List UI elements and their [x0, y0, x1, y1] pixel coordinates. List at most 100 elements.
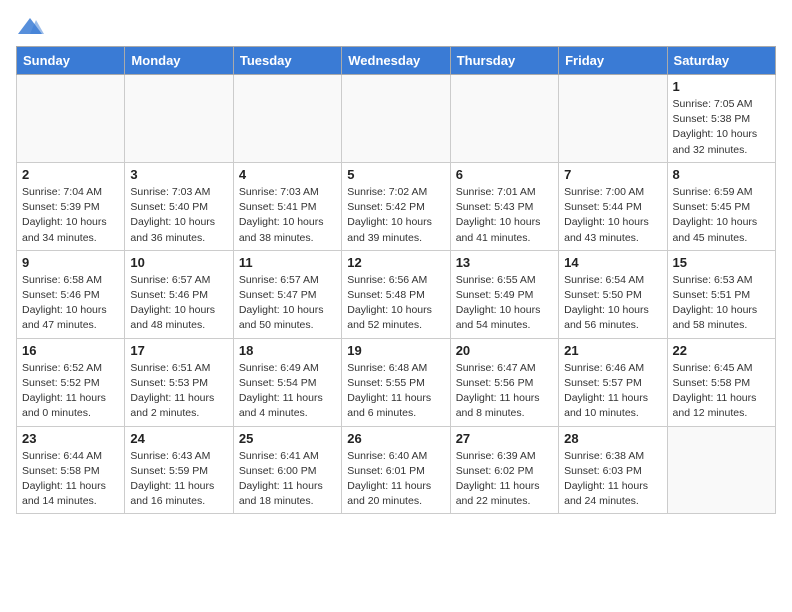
weekday-header-row: SundayMondayTuesdayWednesdayThursdayFrid…	[17, 47, 776, 75]
calendar-cell	[233, 75, 341, 163]
day-info: Sunrise: 6:53 AMSunset: 5:51 PMDaylight:…	[673, 273, 770, 334]
day-info: Sunrise: 7:01 AMSunset: 5:43 PMDaylight:…	[456, 185, 553, 246]
day-info: Sunrise: 6:46 AMSunset: 5:57 PMDaylight:…	[564, 361, 661, 422]
day-info: Sunrise: 6:38 AMSunset: 6:03 PMDaylight:…	[564, 449, 661, 510]
calendar-cell: 21 Sunrise: 6:46 AMSunset: 5:57 PMDayligh…	[559, 338, 667, 426]
calendar-cell: 24Sunrise: 6:43 AMSunset: 5:59 PMDayligh…	[125, 426, 233, 514]
day-number: 16	[22, 343, 119, 358]
calendar-week-row: 9 Sunrise: 6:58 AMSunset: 5:46 PMDaylight…	[17, 250, 776, 338]
day-number: 5	[347, 167, 444, 182]
day-info: Sunrise: 6:58 AMSunset: 5:46 PMDaylight:…	[22, 273, 119, 334]
day-info: Sunrise: 6:47 AMSunset: 5:56 PMDaylight:…	[456, 361, 553, 422]
calendar-week-row: 1Sunrise: 7:05 AMSunset: 5:38 PMDaylight…	[17, 75, 776, 163]
page-header	[16, 16, 776, 38]
weekday-header-thursday: Thursday	[450, 47, 558, 75]
day-number: 1	[673, 79, 770, 94]
day-info: Sunrise: 6:48 AMSunset: 5:55 PMDaylight:…	[347, 361, 444, 422]
day-number: 3	[130, 167, 227, 182]
day-number: 8	[673, 167, 770, 182]
calendar-cell: 23 Sunrise: 6:44 AMSunset: 5:58 PMDayligh…	[17, 426, 125, 514]
weekday-header-friday: Friday	[559, 47, 667, 75]
day-info: Sunrise: 6:45 AMSunset: 5:58 PMDaylight:…	[673, 361, 770, 422]
weekday-header-saturday: Saturday	[667, 47, 775, 75]
day-number: 28	[564, 431, 661, 446]
calendar-cell: 28 Sunrise: 6:38 AMSunset: 6:03 PMDayligh…	[559, 426, 667, 514]
day-number: 22	[673, 343, 770, 358]
day-number: 12	[347, 255, 444, 270]
calendar-week-row: 23 Sunrise: 6:44 AMSunset: 5:58 PMDayligh…	[17, 426, 776, 514]
calendar-table: SundayMondayTuesdayWednesdayThursdayFrid…	[16, 46, 776, 514]
day-info: Sunrise: 6:54 AMSunset: 5:50 PMDaylight:…	[564, 273, 661, 334]
calendar-cell: 10 Sunrise: 6:57 AMSunset: 5:46 PMDayligh…	[125, 250, 233, 338]
day-info: Sunrise: 6:40 AMSunset: 6:01 PMDaylight:…	[347, 449, 444, 510]
day-number: 4	[239, 167, 336, 182]
calendar-cell	[450, 75, 558, 163]
calendar-cell: 9 Sunrise: 6:58 AMSunset: 5:46 PMDaylight…	[17, 250, 125, 338]
calendar-cell	[342, 75, 450, 163]
day-info: Sunrise: 6:57 AMSunset: 5:47 PMDaylight:…	[239, 273, 336, 334]
day-number: 19	[347, 343, 444, 358]
calendar-cell: 27 Sunrise: 6:39 AMSunset: 6:02 PMDayligh…	[450, 426, 558, 514]
calendar-cell: 18Sunrise: 6:49 AMSunset: 5:54 PMDayligh…	[233, 338, 341, 426]
calendar-cell	[559, 75, 667, 163]
day-number: 17	[130, 343, 227, 358]
weekday-header-sunday: Sunday	[17, 47, 125, 75]
day-number: 10	[130, 255, 227, 270]
calendar-cell: 19 Sunrise: 6:48 AMSunset: 5:55 PMDayligh…	[342, 338, 450, 426]
day-info: Sunrise: 7:04 AMSunset: 5:39 PMDaylight:…	[22, 185, 119, 246]
calendar-cell: 1Sunrise: 7:05 AMSunset: 5:38 PMDaylight…	[667, 75, 775, 163]
weekday-header-wednesday: Wednesday	[342, 47, 450, 75]
calendar-cell	[667, 426, 775, 514]
day-number: 9	[22, 255, 119, 270]
day-number: 20	[456, 343, 553, 358]
day-number: 15	[673, 255, 770, 270]
day-info: Sunrise: 6:41 AMSunset: 6:00 PMDaylight:…	[239, 449, 336, 510]
calendar-cell: 8 Sunrise: 6:59 AMSunset: 5:45 PMDaylight…	[667, 162, 775, 250]
day-info: Sunrise: 6:56 AMSunset: 5:48 PMDaylight:…	[347, 273, 444, 334]
calendar-cell	[125, 75, 233, 163]
day-info: Sunrise: 6:55 AMSunset: 5:49 PMDaylight:…	[456, 273, 553, 334]
day-number: 23	[22, 431, 119, 446]
day-info: Sunrise: 7:00 AMSunset: 5:44 PMDaylight:…	[564, 185, 661, 246]
day-number: 21	[564, 343, 661, 358]
calendar-cell: 16 Sunrise: 6:52 AMSunset: 5:52 PMDayligh…	[17, 338, 125, 426]
calendar-cell: 22 Sunrise: 6:45 AMSunset: 5:58 PMDayligh…	[667, 338, 775, 426]
calendar-cell: 17 Sunrise: 6:51 AMSunset: 5:53 PMDayligh…	[125, 338, 233, 426]
day-info: Sunrise: 6:39 AMSunset: 6:02 PMDaylight:…	[456, 449, 553, 510]
calendar-cell: 26 Sunrise: 6:40 AMSunset: 6:01 PMDayligh…	[342, 426, 450, 514]
logo	[16, 16, 48, 38]
day-number: 26	[347, 431, 444, 446]
calendar-cell: 11 Sunrise: 6:57 AMSunset: 5:47 PMDayligh…	[233, 250, 341, 338]
calendar-cell: 4Sunrise: 7:03 AMSunset: 5:41 PMDaylight…	[233, 162, 341, 250]
calendar-cell: 13 Sunrise: 6:55 AMSunset: 5:49 PMDayligh…	[450, 250, 558, 338]
calendar-cell: 5 Sunrise: 7:02 AMSunset: 5:42 PMDaylight…	[342, 162, 450, 250]
calendar-cell: 2Sunrise: 7:04 AMSunset: 5:39 PMDaylight…	[17, 162, 125, 250]
day-number: 18	[239, 343, 336, 358]
calendar-cell: 14 Sunrise: 6:54 AMSunset: 5:50 PMDayligh…	[559, 250, 667, 338]
day-info: Sunrise: 6:59 AMSunset: 5:45 PMDaylight:…	[673, 185, 770, 246]
day-number: 14	[564, 255, 661, 270]
day-info: Sunrise: 6:52 AMSunset: 5:52 PMDaylight:…	[22, 361, 119, 422]
weekday-header-monday: Monday	[125, 47, 233, 75]
day-number: 13	[456, 255, 553, 270]
day-number: 7	[564, 167, 661, 182]
day-info: Sunrise: 6:57 AMSunset: 5:46 PMDaylight:…	[130, 273, 227, 334]
calendar-cell: 25 Sunrise: 6:41 AMSunset: 6:00 PMDayligh…	[233, 426, 341, 514]
day-info: Sunrise: 6:43 AMSunset: 5:59 PMDaylight:…	[130, 449, 227, 510]
day-info: Sunrise: 7:03 AMSunset: 5:40 PMDaylight:…	[130, 185, 227, 246]
day-number: 6	[456, 167, 553, 182]
calendar-cell: 3 Sunrise: 7:03 AMSunset: 5:40 PMDaylight…	[125, 162, 233, 250]
weekday-header-tuesday: Tuesday	[233, 47, 341, 75]
calendar-cell: 6 Sunrise: 7:01 AMSunset: 5:43 PMDaylight…	[450, 162, 558, 250]
day-number: 27	[456, 431, 553, 446]
day-number: 11	[239, 255, 336, 270]
calendar-cell: 20 Sunrise: 6:47 AMSunset: 5:56 PMDayligh…	[450, 338, 558, 426]
calendar-cell: 12 Sunrise: 6:56 AMSunset: 5:48 PMDayligh…	[342, 250, 450, 338]
day-info: Sunrise: 6:44 AMSunset: 5:58 PMDaylight:…	[22, 449, 119, 510]
logo-icon	[16, 16, 44, 38]
day-number: 25	[239, 431, 336, 446]
calendar-cell: 7 Sunrise: 7:00 AMSunset: 5:44 PMDaylight…	[559, 162, 667, 250]
calendar-week-row: 2Sunrise: 7:04 AMSunset: 5:39 PMDaylight…	[17, 162, 776, 250]
day-info: Sunrise: 7:02 AMSunset: 5:42 PMDaylight:…	[347, 185, 444, 246]
day-info: Sunrise: 6:51 AMSunset: 5:53 PMDaylight:…	[130, 361, 227, 422]
